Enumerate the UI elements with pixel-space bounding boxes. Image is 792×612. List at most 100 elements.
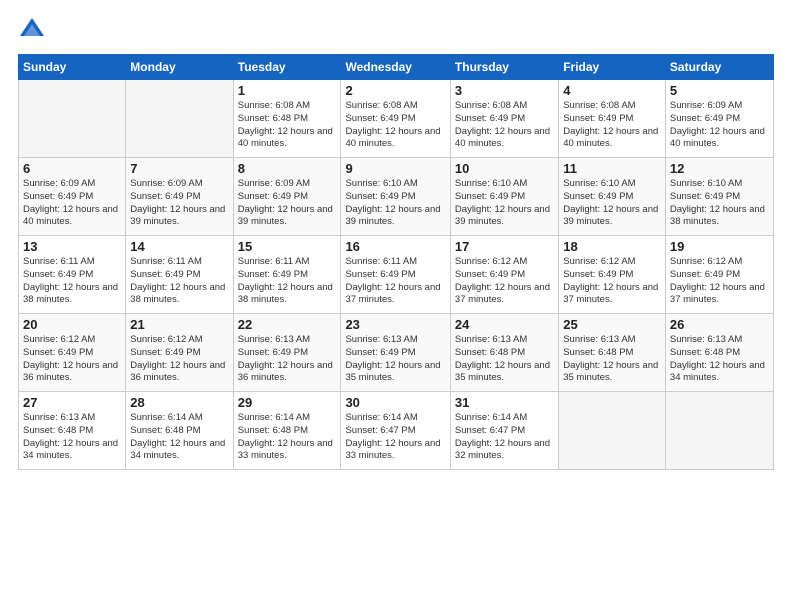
day-number: 29 [238,395,337,410]
day-number: 19 [670,239,769,254]
cell-info: Sunrise: 6:10 AM Sunset: 6:49 PM Dayligh… [563,178,661,229]
calendar-cell: 11 Sunrise: 6:10 AM Sunset: 6:49 PM Dayli… [559,158,666,236]
cell-info: Sunrise: 6:08 AM Sunset: 6:49 PM Dayligh… [455,100,554,151]
day-number: 30 [345,395,445,410]
calendar-cell: 22 Sunrise: 6:13 AM Sunset: 6:49 PM Dayli… [233,314,341,392]
day-number: 18 [563,239,661,254]
day-header-monday: Monday [126,55,233,80]
cell-info: Sunrise: 6:13 AM Sunset: 6:49 PM Dayligh… [345,334,445,385]
day-number: 5 [670,83,769,98]
cell-info: Sunrise: 6:11 AM Sunset: 6:49 PM Dayligh… [238,256,337,307]
calendar-cell: 15 Sunrise: 6:11 AM Sunset: 6:49 PM Dayli… [233,236,341,314]
calendar-cell: 10 Sunrise: 6:10 AM Sunset: 6:49 PM Dayli… [450,158,558,236]
calendar-cell: 25 Sunrise: 6:13 AM Sunset: 6:48 PM Dayli… [559,314,666,392]
day-number: 10 [455,161,554,176]
calendar-cell: 14Sunrise: 6:11 AM Sunset: 6:49 PM Dayli… [126,236,233,314]
calendar-cell: 30 Sunrise: 6:14 AM Sunset: 6:47 PM Dayli… [341,392,450,470]
week-row-4: 20 Sunrise: 6:12 AM Sunset: 6:49 PM Dayli… [19,314,774,392]
calendar-cell: 6 Sunrise: 6:09 AM Sunset: 6:49 PM Daylig… [19,158,126,236]
day-number: 23 [345,317,445,332]
calendar-cell: 27 Sunrise: 6:13 AM Sunset: 6:48 PM Dayli… [19,392,126,470]
day-header-saturday: Saturday [665,55,773,80]
calendar-cell: 7 Sunrise: 6:09 AM Sunset: 6:49 PM Daylig… [126,158,233,236]
calendar-cell: 1 Sunrise: 6:08 AM Sunset: 6:48 PM Daylig… [233,80,341,158]
day-number: 11 [563,161,661,176]
calendar-cell: 28Sunrise: 6:14 AM Sunset: 6:48 PM Dayli… [126,392,233,470]
day-header-sunday: Sunday [19,55,126,80]
cell-info: Sunrise: 6:09 AM Sunset: 6:49 PM Dayligh… [238,178,337,229]
calendar-cell: 16 Sunrise: 6:11 AM Sunset: 6:49 PM Dayli… [341,236,450,314]
calendar-cell [665,392,773,470]
logo-icon [18,16,46,44]
cell-info: Sunrise: 6:12 AM Sunset: 6:49 PM Dayligh… [455,256,554,307]
day-number: 20 [23,317,121,332]
day-header-wednesday: Wednesday [341,55,450,80]
calendar-cell: 13 Sunrise: 6:11 AM Sunset: 6:49 PM Dayli… [19,236,126,314]
calendar-cell: 29 Sunrise: 6:14 AM Sunset: 6:48 PM Dayli… [233,392,341,470]
day-number: 16 [345,239,445,254]
day-number: 21 [130,317,228,332]
cell-info: Sunrise: 6:14 AM Sunset: 6:47 PM Dayligh… [345,412,445,463]
day-number: 31 [455,395,554,410]
calendar-cell: 19 Sunrise: 6:12 AM Sunset: 6:49 PM Dayli… [665,236,773,314]
day-number: 26 [670,317,769,332]
day-number: 7 [130,161,228,176]
calendar-cell: 26 Sunrise: 6:13 AM Sunset: 6:48 PM Dayli… [665,314,773,392]
calendar-cell: 17 Sunrise: 6:12 AM Sunset: 6:49 PM Dayli… [450,236,558,314]
cell-info: Sunrise: 6:13 AM Sunset: 6:48 PM Dayligh… [455,334,554,385]
cell-info: Sunrise: 6:11 AM Sunset: 6:49 PM Dayligh… [23,256,121,307]
logo [18,16,50,44]
cell-info: Sunrise: 6:13 AM Sunset: 6:48 PM Dayligh… [23,412,121,463]
cell-info: Sunrise: 6:11 AM Sunset: 6:49 PM Dayligh… [130,256,228,307]
day-number: 6 [23,161,121,176]
cell-info: Sunrise: 6:12 AM Sunset: 6:49 PM Dayligh… [563,256,661,307]
cell-info: Sunrise: 6:08 AM Sunset: 6:48 PM Dayligh… [238,100,337,151]
day-number: 3 [455,83,554,98]
day-number: 25 [563,317,661,332]
cell-info: Sunrise: 6:10 AM Sunset: 6:49 PM Dayligh… [345,178,445,229]
cell-info: Sunrise: 6:14 AM Sunset: 6:48 PM Dayligh… [238,412,337,463]
calendar-cell: 18 Sunrise: 6:12 AM Sunset: 6:49 PM Dayli… [559,236,666,314]
day-header-thursday: Thursday [450,55,558,80]
calendar-cell [126,80,233,158]
calendar-cell: 31Sunrise: 6:14 AM Sunset: 6:47 PM Dayli… [450,392,558,470]
day-number: 15 [238,239,337,254]
cell-info: Sunrise: 6:13 AM Sunset: 6:49 PM Dayligh… [238,334,337,385]
cell-info: Sunrise: 6:13 AM Sunset: 6:48 PM Dayligh… [670,334,769,385]
cell-info: Sunrise: 6:08 AM Sunset: 6:49 PM Dayligh… [563,100,661,151]
day-number: 27 [23,395,121,410]
calendar-cell: 24 Sunrise: 6:13 AM Sunset: 6:48 PM Dayli… [450,314,558,392]
calendar-cell: 12Sunrise: 6:10 AM Sunset: 6:49 PM Dayli… [665,158,773,236]
page: SundayMondayTuesdayWednesdayThursdayFrid… [0,0,792,612]
week-row-1: 1 Sunrise: 6:08 AM Sunset: 6:48 PM Daylig… [19,80,774,158]
cell-info: Sunrise: 6:13 AM Sunset: 6:48 PM Dayligh… [563,334,661,385]
calendar-cell [559,392,666,470]
cell-info: Sunrise: 6:11 AM Sunset: 6:49 PM Dayligh… [345,256,445,307]
calendar-cell [19,80,126,158]
day-number: 17 [455,239,554,254]
cell-info: Sunrise: 6:12 AM Sunset: 6:49 PM Dayligh… [23,334,121,385]
day-number: 4 [563,83,661,98]
cell-info: Sunrise: 6:10 AM Sunset: 6:49 PM Dayligh… [455,178,554,229]
day-number: 8 [238,161,337,176]
day-number: 13 [23,239,121,254]
calendar-cell: 21Sunrise: 6:12 AM Sunset: 6:49 PM Dayli… [126,314,233,392]
calendar-cell: 23 Sunrise: 6:13 AM Sunset: 6:49 PM Dayli… [341,314,450,392]
week-row-2: 6 Sunrise: 6:09 AM Sunset: 6:49 PM Daylig… [19,158,774,236]
week-row-5: 27 Sunrise: 6:13 AM Sunset: 6:48 PM Dayli… [19,392,774,470]
day-number: 9 [345,161,445,176]
day-number: 22 [238,317,337,332]
day-number: 1 [238,83,337,98]
day-number: 24 [455,317,554,332]
calendar-cell: 8 Sunrise: 6:09 AM Sunset: 6:49 PM Daylig… [233,158,341,236]
day-header-tuesday: Tuesday [233,55,341,80]
calendar-cell: 20 Sunrise: 6:12 AM Sunset: 6:49 PM Dayli… [19,314,126,392]
header [18,16,774,44]
calendar-cell: 3 Sunrise: 6:08 AM Sunset: 6:49 PM Daylig… [450,80,558,158]
cell-info: Sunrise: 6:09 AM Sunset: 6:49 PM Dayligh… [130,178,228,229]
calendar: SundayMondayTuesdayWednesdayThursdayFrid… [18,54,774,470]
cell-info: Sunrise: 6:09 AM Sunset: 6:49 PM Dayligh… [23,178,121,229]
cell-info: Sunrise: 6:12 AM Sunset: 6:49 PM Dayligh… [670,256,769,307]
calendar-cell: 2Sunrise: 6:08 AM Sunset: 6:49 PM Daylig… [341,80,450,158]
cell-info: Sunrise: 6:10 AM Sunset: 6:49 PM Dayligh… [670,178,769,229]
